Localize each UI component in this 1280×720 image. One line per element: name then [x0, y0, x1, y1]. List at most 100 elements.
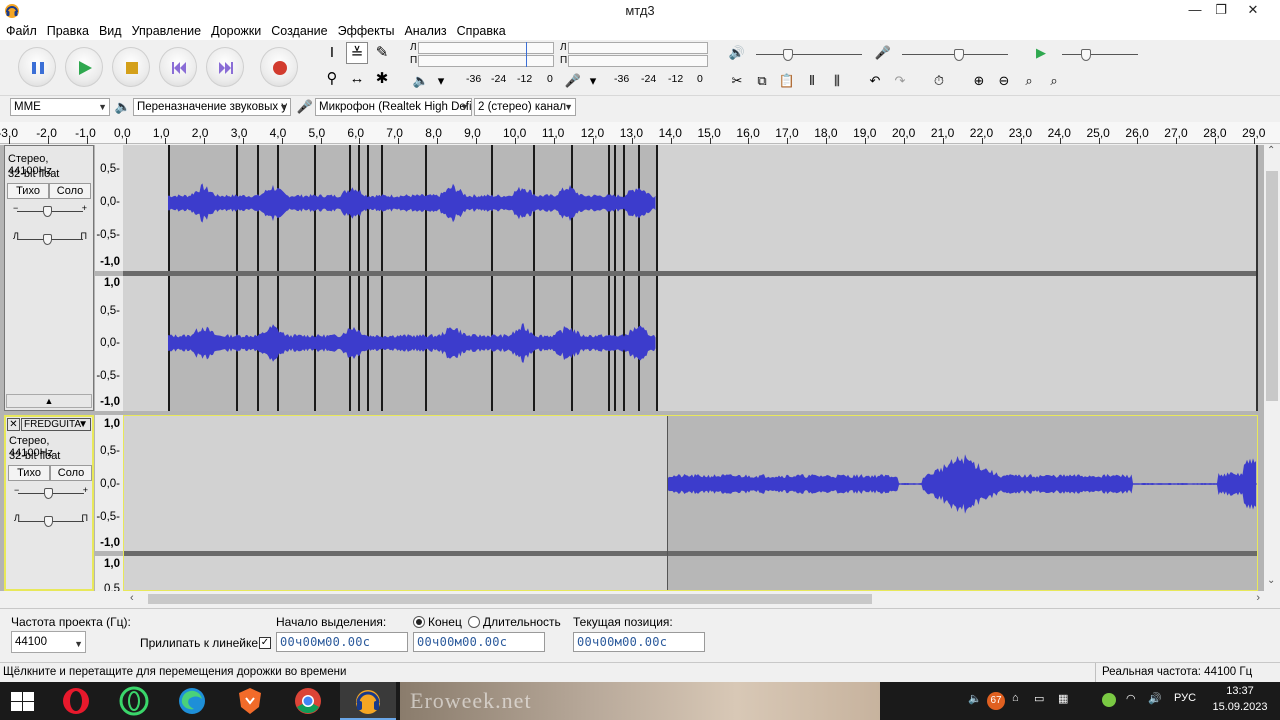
chrome-icon[interactable] [292, 685, 324, 717]
project-rate-select[interactable]: 44100 ▼ [11, 631, 86, 653]
language-indicator[interactable]: РУС [1174, 692, 1196, 704]
redo-icon[interactable]: ↷ [889, 70, 911, 92]
tray-badge[interactable]: 67 [987, 692, 1005, 710]
skip-start-button[interactable] [159, 47, 197, 87]
clip-boundary[interactable] [656, 145, 658, 271]
playback-meter-dropdown-icon[interactable]: ▾ [430, 70, 452, 92]
clock-date[interactable]: 15.09.2023 [1212, 701, 1268, 713]
input-device-select[interactable]: Микрофон (Realtek High Defir ▼ [315, 98, 472, 116]
track2-solo-button[interactable]: Соло [50, 465, 92, 481]
taskbar-audacity-active[interactable] [340, 682, 396, 720]
play-at-speed-icon[interactable]: ▶ [1030, 42, 1052, 64]
opera-gx-icon[interactable] [118, 685, 150, 717]
scroll-down-icon[interactable]: ⌄ [1267, 575, 1275, 586]
menu-transport[interactable]: Управление [127, 22, 207, 40]
record-button[interactable] [260, 47, 298, 87]
track2-name-menu[interactable]: FREDGUITA ▼ [21, 418, 91, 431]
track1-gain-slider[interactable]: − + [11, 203, 89, 219]
tray-volume-icon[interactable]: 🔈 [968, 692, 982, 705]
track1-pan-slider[interactable]: Л П [11, 231, 89, 247]
envelope-tool-icon[interactable]: ≚ [346, 42, 368, 64]
multi-tool-icon[interactable]: ✱ [371, 68, 393, 90]
tray-speaker-icon[interactable]: 🔊 [1148, 692, 1162, 705]
tray-status-icon[interactable] [1102, 693, 1116, 707]
draw-tool-icon[interactable]: ✎ [371, 42, 393, 64]
output-device-select[interactable]: Переназначение звуковых у ▼ [133, 98, 291, 116]
record-meter-dropdown-icon[interactable]: ▾ [582, 70, 604, 92]
pause-button[interactable] [18, 47, 56, 87]
input-channels-select[interactable]: 2 (стерео) канал ▼ [474, 98, 576, 116]
zoom-out-icon[interactable]: ⊖ [993, 70, 1015, 92]
playback-meter-left[interactable] [418, 42, 554, 54]
stop-button[interactable] [112, 47, 150, 87]
selection-start-time[interactable]: 00ч00м00.00с [276, 632, 408, 652]
paste-icon[interactable]: 📋 [776, 70, 798, 92]
collapse-track-button[interactable]: ▲ [6, 394, 92, 408]
track2-gain-slider[interactable]: − + [12, 485, 90, 501]
menu-effects[interactable]: Эффекты [333, 22, 400, 40]
horizontal-scroll-thumb[interactable] [148, 594, 872, 604]
skip-end-button[interactable] [206, 47, 244, 87]
speaker-icon[interactable]: 🔈 [410, 70, 432, 92]
menu-analyze[interactable]: Анализ [399, 22, 451, 40]
selection-tool-icon[interactable]: I [321, 42, 343, 64]
zoom-tool-icon[interactable]: ⚲ [321, 68, 343, 90]
menu-file[interactable]: Файл [0, 22, 42, 40]
tray-keyboard-icon[interactable]: ▦ [1058, 692, 1068, 705]
play-button[interactable] [65, 47, 103, 87]
track2-control-panel[interactable]: ✕ FREDGUITA ▼ Стерео, 44100Hz 32-bit flo… [4, 415, 94, 591]
cut-icon[interactable]: ✂ [726, 70, 748, 92]
track1-waveform[interactable] [123, 145, 1258, 411]
track2-pan-slider[interactable]: Л П [12, 513, 90, 529]
opera-icon[interactable] [60, 685, 92, 717]
clock-time[interactable]: 13:37 [1215, 685, 1265, 697]
record-meter-right[interactable] [568, 55, 708, 67]
playback-meter-right[interactable] [418, 55, 554, 67]
menu-edit[interactable]: Правка [42, 22, 94, 40]
vertical-scroll-thumb[interactable] [1266, 171, 1278, 401]
track1-mute-button[interactable]: Тихо [7, 183, 49, 199]
tray-screen-icon[interactable]: ▭ [1034, 692, 1044, 705]
horizontal-scrollbar[interactable]: ‹ › [128, 591, 1264, 607]
silence-icon[interactable]: ⫼ [826, 70, 848, 92]
fit-selection-icon[interactable]: ⌕ [1018, 70, 1040, 92]
tray-network-icon[interactable]: ⌂ [1012, 692, 1019, 704]
selection-end-time[interactable]: 00ч00м00.00с [413, 632, 545, 652]
audio-position-time[interactable]: 00ч00м00.00с [573, 632, 705, 652]
menu-help[interactable]: Справка [452, 22, 511, 40]
length-radio[interactable] [468, 616, 480, 628]
sync-lock-icon[interactable]: ⏱ [928, 70, 950, 92]
menu-tracks[interactable]: Дорожки [206, 22, 266, 40]
copy-icon[interactable]: ⧉ [751, 70, 773, 92]
audio-host-select[interactable]: MME ▼ [10, 98, 110, 116]
track2-close-icon[interactable]: ✕ [7, 418, 20, 431]
tracks-area[interactable]: Стерео, 44100Hz 32-bit float Тихо Соло −… [0, 145, 1264, 591]
playback-volume-slider[interactable] [750, 47, 868, 61]
zoom-in-icon[interactable]: ⊕ [968, 70, 990, 92]
maximize-button[interactable]: ❐ [1206, 0, 1236, 22]
track1-control-panel[interactable]: Стерео, 44100Hz 32-bit float Тихо Соло −… [4, 145, 94, 411]
edge-icon[interactable] [176, 685, 208, 717]
microphone-icon[interactable]: 🎤 [562, 70, 584, 92]
clip-boundary[interactable] [656, 276, 658, 411]
tray-wifi-icon[interactable]: ◠ [1126, 692, 1136, 705]
snap-to-checkbox[interactable]: ✓ [259, 637, 271, 649]
track1-solo-button[interactable]: Соло [49, 183, 91, 199]
end-radio[interactable] [413, 616, 425, 628]
menu-view[interactable]: Вид [94, 22, 127, 40]
timeline-ruler[interactable]: -3,0-2,0-1,00,01,02,03,04,05,06,07,08,09… [0, 122, 1280, 144]
scroll-up-icon[interactable]: ⌃ [1267, 145, 1275, 156]
time-shift-tool-icon[interactable]: ↔ [346, 68, 368, 90]
fit-project-icon[interactable]: ⌕ [1043, 70, 1065, 92]
scroll-right-icon[interactable]: › [1256, 592, 1260, 604]
track2-waveform[interactable] [123, 415, 1258, 591]
menu-generate[interactable]: Создание [266, 22, 332, 40]
vertical-scrollbar[interactable]: ⌃ ⌄ [1264, 145, 1280, 591]
scroll-left-icon[interactable]: ‹ [130, 592, 134, 604]
brave-icon[interactable] [234, 685, 266, 717]
trim-icon[interactable]: ⫴ [801, 70, 823, 92]
record-volume-slider[interactable] [896, 47, 1014, 61]
windows-start-icon[interactable] [11, 692, 35, 712]
undo-icon[interactable]: ↶ [864, 70, 886, 92]
track2-mute-button[interactable]: Тихо [8, 465, 50, 481]
